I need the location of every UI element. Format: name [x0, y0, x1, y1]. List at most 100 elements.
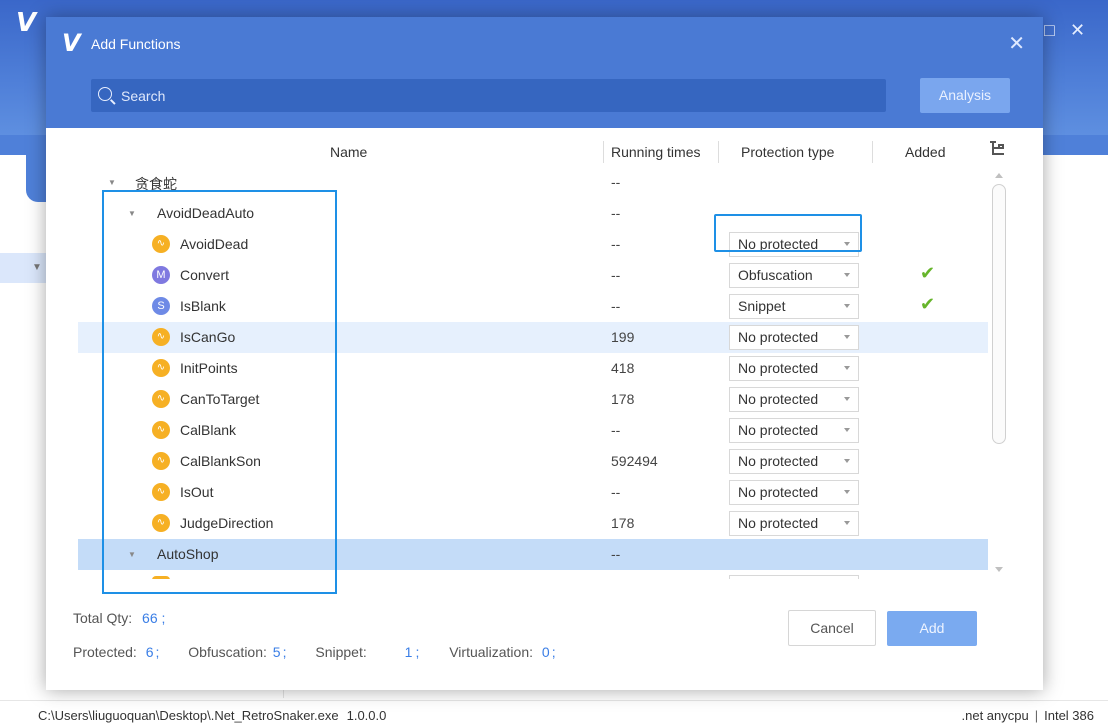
- method-icon: M: [152, 266, 170, 284]
- protection-type-select[interactable]: Obfuscation: [729, 263, 859, 288]
- table-row[interactable]: ∿ IsOut -- No protected: [78, 477, 988, 508]
- chevron-down-icon: [844, 428, 850, 432]
- column-header-name[interactable]: Name: [330, 144, 367, 160]
- row-name: CanToTarget: [180, 391, 260, 407]
- close-icon[interactable]: ✕: [1070, 20, 1085, 41]
- snippet-label: Snippet:: [315, 644, 367, 660]
- row-name: AutoShop: [157, 546, 219, 562]
- scrollbar-thumb[interactable]: [992, 184, 1006, 444]
- chevron-down-icon: [844, 490, 850, 494]
- add-button[interactable]: Add: [887, 611, 977, 646]
- column-header-added[interactable]: Added: [905, 144, 945, 160]
- protection-type-select[interactable]: No protected: [729, 387, 859, 412]
- search-input[interactable]: [121, 79, 871, 112]
- protection-type-select[interactable]: No protected: [729, 449, 859, 474]
- snippet-icon: S: [152, 297, 170, 315]
- maximize-icon[interactable]: □: [1044, 20, 1055, 41]
- status-runtime: .net anycpu: [961, 708, 1029, 723]
- row-name: InitPoints: [180, 360, 238, 376]
- chevron-down-icon: [844, 459, 850, 463]
- protection-type-value: No protected: [738, 360, 819, 376]
- table-row[interactable]: ∿ CanToTarget 178 No protected: [78, 384, 988, 415]
- obfuscation-label: Obfuscation:: [188, 644, 267, 660]
- protection-type-select[interactable]: No protected: [729, 232, 859, 257]
- table-row[interactable]: M Convert -- Obfuscation ✔: [78, 260, 988, 291]
- chevron-down-icon: [844, 366, 850, 370]
- expand-arrow-icon[interactable]: ▼: [128, 550, 136, 559]
- protection-type-select[interactable]: Snippet: [729, 294, 859, 319]
- summary-separator: ;: [155, 644, 160, 660]
- added-check-icon: ✔: [920, 263, 936, 283]
- scroll-down-icon[interactable]: [995, 567, 1003, 572]
- chevron-down-icon: [844, 242, 850, 246]
- table-row[interactable]: ▼ 贪食蛇 --: [78, 167, 988, 198]
- total-qty-label: Total Qty:: [73, 610, 133, 626]
- sidebar-expand-arrow-icon[interactable]: ▼: [32, 262, 42, 273]
- scroll-up-icon[interactable]: [995, 173, 1003, 178]
- table-row[interactable]: ▼ AvoidDeadAuto --: [78, 198, 988, 229]
- column-divider: [718, 141, 719, 163]
- dialog-title: Add Functions: [91, 36, 181, 52]
- table-row[interactable]: ∿ AvoidDead -- No protected: [78, 229, 988, 260]
- table-row[interactable]: ∿ CalBlank -- No protected: [78, 415, 988, 446]
- app-sidebar-tab: [26, 150, 48, 202]
- dialog-close-icon[interactable]: ✕: [1008, 31, 1025, 56]
- row-name: CalBlank: [180, 422, 237, 438]
- summary-separator: ;: [282, 644, 287, 660]
- expand-arrow-icon[interactable]: ▼: [108, 178, 116, 187]
- chevron-down-icon: [844, 335, 850, 339]
- add-functions-dialog: V Add Functions ✕ Analysis Name Running …: [46, 17, 1043, 690]
- row-running-times: --: [611, 298, 621, 314]
- expand-arrow-icon[interactable]: ▼: [128, 209, 136, 218]
- total-qty: Total Qty: 66 ;: [73, 610, 165, 626]
- function-icon: ∿: [152, 421, 170, 439]
- vertical-scrollbar[interactable]: [990, 167, 1008, 581]
- protection-type-select[interactable]: No protected: [729, 418, 859, 443]
- chevron-down-icon: [844, 273, 850, 277]
- row-running-times: --: [611, 422, 621, 438]
- function-icon: ∿: [152, 483, 170, 501]
- protection-type-select[interactable]: No protected: [729, 480, 859, 505]
- protection-type-value: No protected: [738, 422, 819, 438]
- status-separator: |: [1034, 708, 1039, 723]
- protection-type-select[interactable]: [729, 575, 859, 579]
- table-row[interactable]: ∿ CalBlankSon 592494 No protected: [78, 446, 988, 477]
- analysis-button[interactable]: Analysis: [920, 78, 1010, 113]
- column-header-protection-type[interactable]: Protection type: [741, 144, 834, 160]
- row-running-times: --: [611, 174, 621, 190]
- row-name: AvoidDead: [180, 236, 249, 252]
- virtualization-label: Virtualization:: [449, 644, 534, 660]
- column-header-running-times[interactable]: Running times: [611, 144, 701, 160]
- tree-view-icon[interactable]: [990, 141, 1004, 155]
- snippet-value: 1: [404, 644, 413, 660]
- table-row[interactable]: S IsBlank -- Snippet ✔: [78, 291, 988, 322]
- table-row[interactable]: ∿ IsCanGo 199 No protected: [78, 322, 988, 353]
- row-running-times: 592494: [611, 453, 658, 469]
- protection-type-select[interactable]: No protected: [729, 511, 859, 536]
- protection-type-value: Snippet: [738, 298, 786, 314]
- search-box[interactable]: [91, 79, 886, 112]
- protection-type-value: No protected: [738, 515, 819, 531]
- status-arch: Intel 386: [1044, 708, 1094, 723]
- total-qty-value: 66: [142, 610, 158, 626]
- cancel-button[interactable]: Cancel: [788, 610, 876, 646]
- table-row[interactable]: ∿ JudgeDirection 178 No protected: [78, 508, 988, 539]
- protection-type-select[interactable]: No protected: [729, 356, 859, 381]
- added-check-icon: ✔: [920, 294, 936, 314]
- protection-type-value: Obfuscation: [738, 267, 813, 283]
- table-header: Name Running times Protection type Added: [78, 135, 1008, 167]
- function-icon: ∿: [152, 235, 170, 253]
- search-icon: [98, 87, 112, 101]
- table-row[interactable]: ∿ InitPoints 418 No protected: [78, 353, 988, 384]
- protection-type-value: No protected: [738, 329, 819, 345]
- protection-type-value: No protected: [738, 453, 819, 469]
- table-row[interactable]: ▼ AutoShop --: [78, 539, 988, 570]
- row-name: IsCanGo: [180, 329, 236, 345]
- app-sidebar-selected-row[interactable]: [0, 253, 50, 283]
- total-qty-separator: ;: [161, 610, 166, 626]
- protection-type-select[interactable]: No protected: [729, 325, 859, 350]
- protection-type-value: No protected: [738, 236, 819, 252]
- column-divider: [872, 141, 873, 163]
- function-icon: ∿: [152, 359, 170, 377]
- row-running-times: --: [611, 267, 621, 283]
